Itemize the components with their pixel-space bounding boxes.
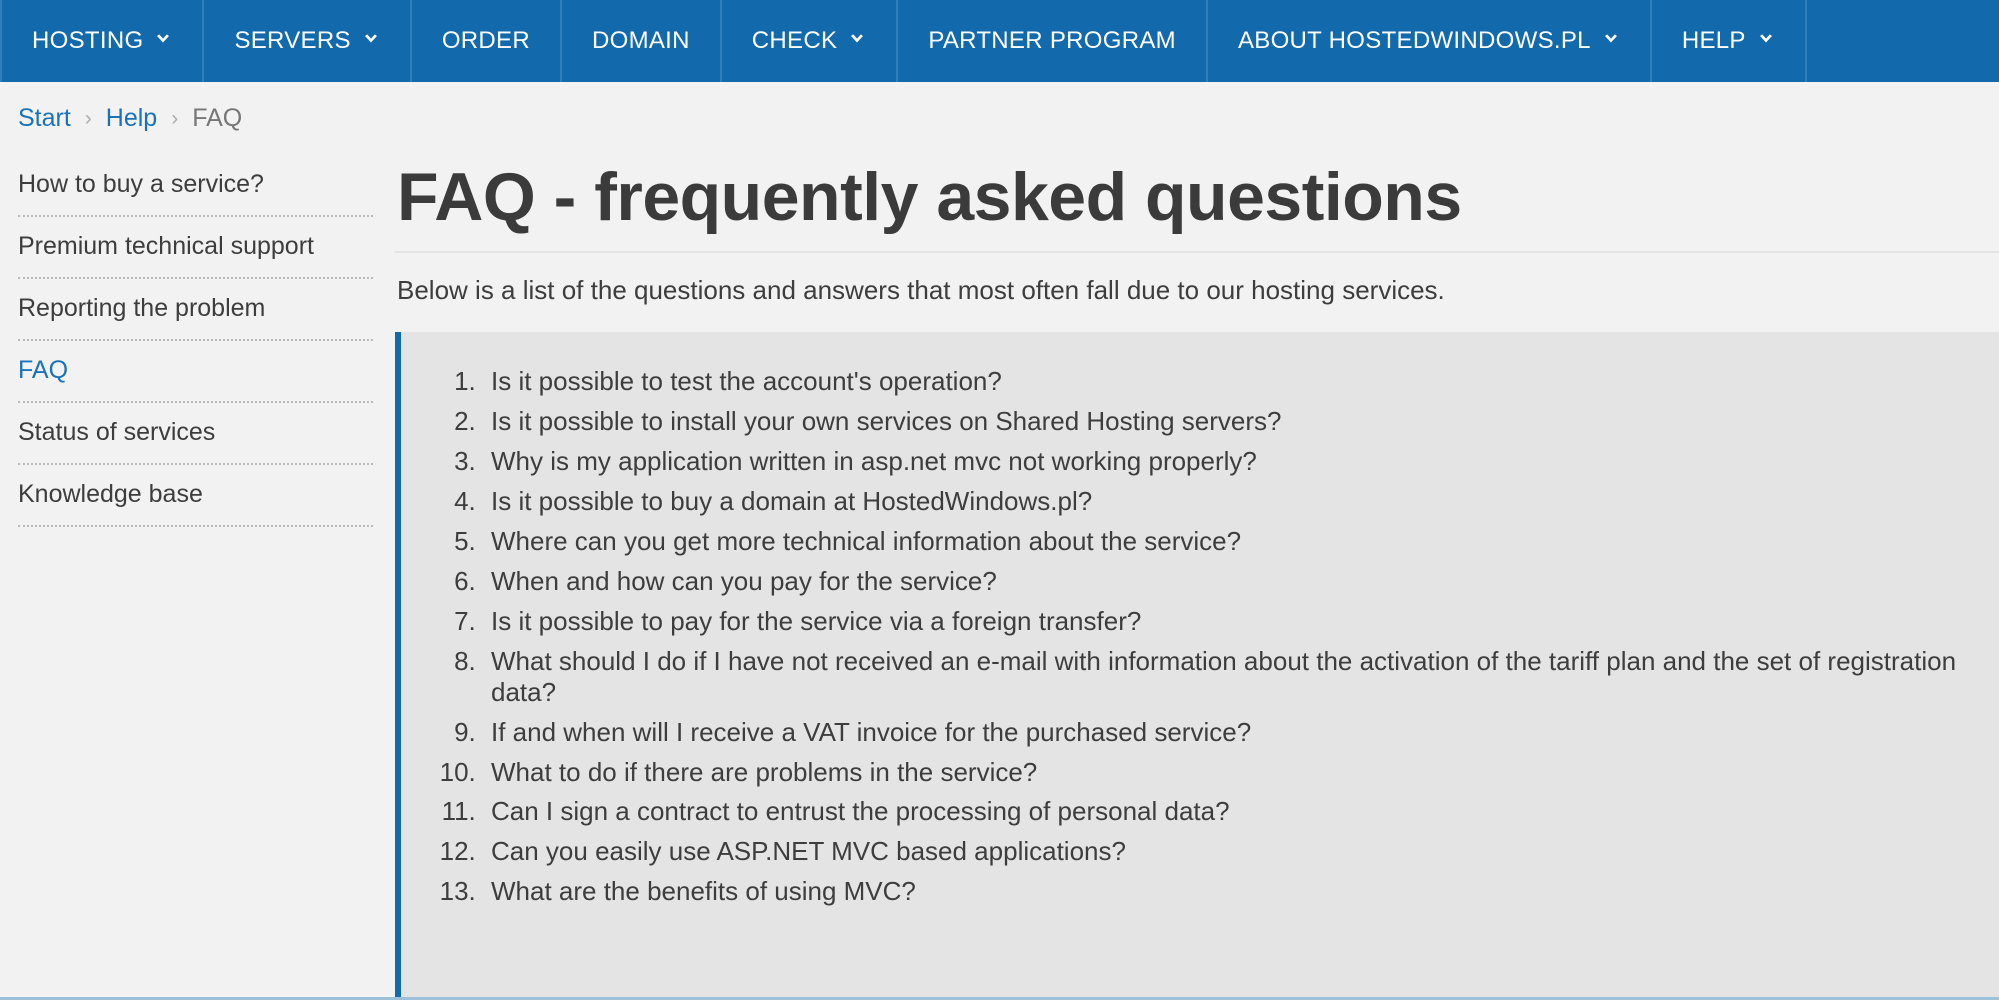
nav-item-domain[interactable]: DOMAIN bbox=[562, 0, 722, 82]
breadcrumb-item-help[interactable]: Help bbox=[106, 104, 157, 133]
nav-item-label: HELP bbox=[1681, 27, 1746, 54]
nav-item-partner-program[interactable]: PARTNER PROGRAM bbox=[898, 0, 1208, 82]
sidebar-item-faq[interactable]: FAQ bbox=[18, 341, 373, 403]
faq-callout-box: Is it possible to test the account's ope… bbox=[395, 332, 1999, 1000]
sidebar-item-reporting-the-problem[interactable]: Reporting the problem bbox=[18, 279, 373, 341]
chevron-down-icon bbox=[1757, 30, 1775, 48]
chevron-down-icon bbox=[154, 30, 172, 48]
nav-item-label: PARTNER PROGRAM bbox=[928, 27, 1176, 54]
nav-item-hosting[interactable]: HOSTING bbox=[0, 0, 205, 82]
nav-item-label: DOMAIN bbox=[591, 27, 690, 54]
nav-filler bbox=[1806, 0, 1999, 82]
nav-item-help[interactable]: HELP bbox=[1652, 0, 1807, 82]
sidebar-item-label: Status of services bbox=[18, 418, 216, 446]
nav-item-label: SERVERS bbox=[234, 27, 351, 54]
sidebar-item-status-of-services[interactable]: Status of services bbox=[18, 403, 373, 465]
faq-question-list: Is it possible to test the account's ope… bbox=[431, 366, 1969, 907]
chevron-down-icon bbox=[1602, 30, 1620, 48]
intro-text: Below is a list of the questions and ans… bbox=[395, 251, 1999, 306]
nav-item-label: ORDER bbox=[441, 27, 530, 54]
faq-list-item[interactable]: If and when will I receive a VAT invoice… bbox=[483, 717, 1969, 748]
nav-item-servers[interactable]: SERVERS bbox=[204, 0, 412, 82]
faq-list-item[interactable]: Where can you get more technical informa… bbox=[483, 526, 1969, 557]
sidebar-item-label: How to buy a service? bbox=[18, 170, 264, 198]
page-body: How to buy a service? Premium technical s… bbox=[0, 133, 1999, 1000]
main-navigation: HOSTING SERVERS ORDER DOMAIN CHECK PARTNER PR… bbox=[0, 0, 1999, 82]
faq-list-item[interactable]: Can you easily use ASP.NET MVC based app… bbox=[483, 836, 1969, 867]
page-title: FAQ - frequently asked questions bbox=[397, 159, 1462, 235]
faq-list-item[interactable]: What to do if there are problems in the … bbox=[483, 757, 1969, 788]
breadcrumb: Start › Help › FAQ bbox=[0, 82, 1999, 133]
sidebar-item-how-to-buy-a-service[interactable]: How to buy a service? bbox=[18, 155, 373, 217]
sidebar-item-label: Knowledge base bbox=[18, 480, 203, 508]
nav-item-label: ABOUT HOSTEDWINDOWS.PL bbox=[1237, 27, 1591, 54]
chevron-down-icon bbox=[848, 30, 866, 48]
sidebar-item-premium-technical-support[interactable]: Premium technical support bbox=[18, 217, 373, 279]
breadcrumb-item-faq: FAQ bbox=[192, 104, 243, 132]
breadcrumb-separator-icon: › bbox=[171, 106, 179, 130]
nav-item-label: CHECK bbox=[751, 27, 838, 54]
nav-item-order[interactable]: ORDER bbox=[412, 0, 562, 82]
nav-item-about-hostedwindows-pl[interactable]: ABOUT HOSTEDWINDOWS.PL bbox=[1208, 0, 1652, 82]
sidebar-item-label: Premium technical support bbox=[18, 232, 314, 260]
sidebar-item-knowledge-base[interactable]: Knowledge base bbox=[18, 465, 373, 527]
faq-list-item[interactable]: What should I do if I have not received … bbox=[483, 646, 1969, 708]
chevron-down-icon bbox=[362, 30, 380, 48]
faq-list-item[interactable]: Is it possible to buy a domain at Hosted… bbox=[483, 486, 1969, 517]
main-content: FAQ - frequently asked questions Below i… bbox=[395, 155, 1999, 1000]
faq-list-item[interactable]: Is it possible to test the account's ope… bbox=[483, 366, 1969, 397]
faq-list-item[interactable]: Is it possible to pay for the service vi… bbox=[483, 606, 1969, 637]
sidebar: How to buy a service? Premium technical s… bbox=[0, 155, 395, 527]
faq-list-item[interactable]: When and how can you pay for the service… bbox=[483, 566, 1969, 597]
breadcrumb-item-start[interactable]: Start bbox=[18, 104, 71, 133]
faq-list-item[interactable]: What are the benefits of using MVC? bbox=[483, 876, 1969, 907]
sidebar-item-label: Reporting the problem bbox=[18, 294, 266, 322]
nav-item-label: HOSTING bbox=[32, 27, 144, 54]
nav-item-check[interactable]: CHECK bbox=[722, 0, 899, 82]
faq-list-item[interactable]: Can I sign a contract to entrust the pro… bbox=[483, 796, 1969, 827]
faq-list-item[interactable]: Is it possible to install your own servi… bbox=[483, 406, 1969, 437]
sidebar-item-label: FAQ bbox=[18, 356, 69, 384]
breadcrumb-separator-icon: › bbox=[84, 106, 92, 130]
faq-list-item[interactable]: Why is my application written in asp.net… bbox=[483, 446, 1969, 477]
